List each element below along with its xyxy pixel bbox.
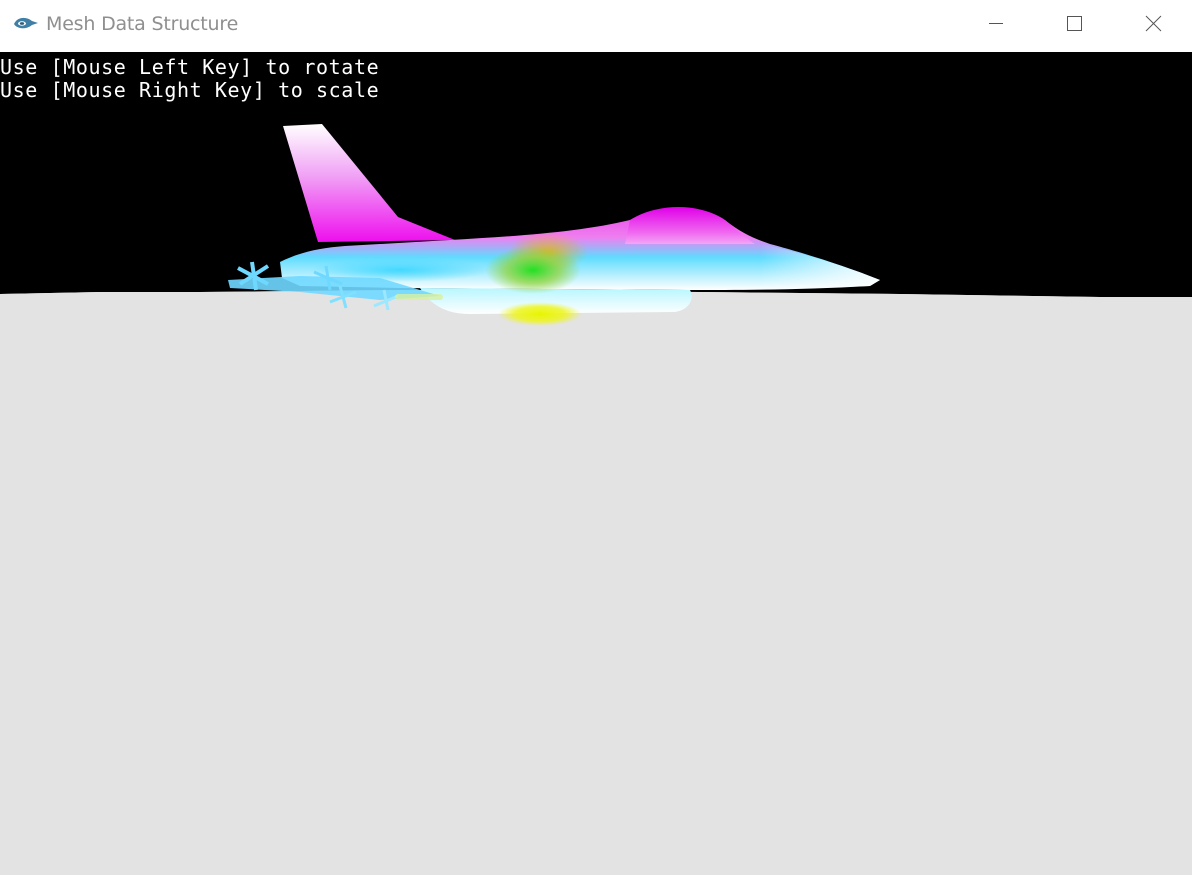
ground-plane [0, 290, 1192, 875]
minimize-icon [989, 23, 1003, 24]
app-logo-icon [12, 13, 40, 33]
jet-missile [395, 294, 443, 300]
jet-color-green [485, 246, 581, 294]
help-text-rotate: Use [Mouse Left Key] to rotate [0, 55, 380, 79]
close-icon [1145, 15, 1162, 32]
jet-color-yellow [498, 302, 582, 326]
app-window: Mesh Data Structure Use [Mouse Left Key]… [0, 0, 1192, 875]
render-viewport[interactable]: Use [Mouse Left Key] to rotate Use [Mous… [0, 52, 1192, 875]
window-title: Mesh Data Structure [46, 13, 239, 35]
minimize-button[interactable] [966, 0, 1026, 46]
scene-canvas[interactable] [0, 52, 1192, 875]
maximize-button[interactable] [1044, 0, 1104, 46]
title-bar[interactable]: Mesh Data Structure [0, 0, 1192, 52]
close-button[interactable] [1123, 0, 1183, 46]
help-text-scale: Use [Mouse Right Key] to scale [0, 78, 380, 102]
maximize-icon [1067, 16, 1082, 31]
